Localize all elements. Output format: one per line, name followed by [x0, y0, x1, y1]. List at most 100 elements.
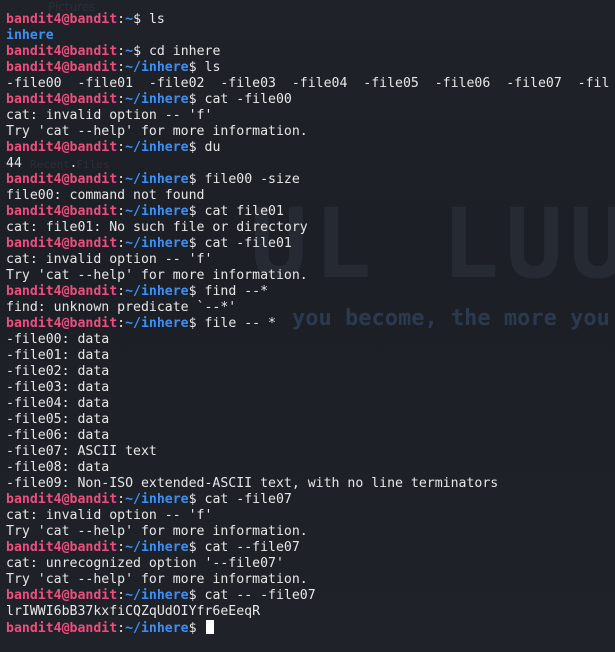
terminal-window[interactable]: Pictures Recent Files UL LUU you become,…	[0, 0, 615, 652]
prompt-line: bandit4@bandit:~/inhere$ cat --file07	[6, 540, 615, 556]
output-line: Try 'cat --help' for more information.	[6, 572, 615, 588]
prompt-line: bandit4@bandit:~/inhere$ cat -- -file07	[6, 588, 615, 604]
output-line: -file09: Non-ISO extended-ASCII text, wi…	[6, 476, 615, 492]
output-text: -file07: ASCII text	[6, 444, 157, 459]
prompt-path: ~/inhere	[125, 492, 189, 507]
output-text: -file02: data	[6, 364, 110, 379]
prompt-line: bandit4@bandit:~/inhere$ find --*	[6, 284, 615, 300]
command-text: ls	[148, 12, 165, 27]
prompt-separator: :	[117, 284, 126, 299]
prompt-user-host: bandit4@bandit	[6, 621, 118, 636]
prompt-separator: :	[117, 236, 126, 251]
prompt-symbol: $	[133, 44, 149, 59]
output-line: -file00 -file01 -file02 -file03 -file04 …	[6, 76, 615, 92]
prompt-path: ~/inhere	[125, 140, 189, 155]
prompt-user-host: bandit4@bandit	[6, 284, 118, 299]
output-text: cat: unrecognized option '--file07'	[6, 556, 284, 571]
prompt-path: ~/inhere	[125, 316, 189, 331]
output-text: cat: file01: No such file or directory	[6, 220, 308, 235]
command-text: cat --file07	[204, 540, 300, 555]
prompt-path: ~	[125, 12, 134, 27]
command-text: file -- *	[204, 316, 276, 331]
output-line: -file08: data	[6, 460, 615, 476]
prompt-user-host: bandit4@bandit	[6, 60, 118, 75]
prompt-separator: :	[117, 60, 126, 75]
output-text: Try 'cat --help' for more information.	[6, 572, 308, 587]
prompt-user-host: bandit4@bandit	[6, 540, 118, 555]
command-text: du	[204, 140, 221, 155]
prompt-line: bandit4@bandit:~/inhere$ cat -file00	[6, 92, 615, 108]
prompt-separator: :	[117, 140, 126, 155]
output-line: -file02: data	[6, 364, 615, 380]
prompt-separator: :	[117, 621, 126, 636]
output-line: Try 'cat --help' for more information.	[6, 268, 615, 284]
output-text: -file03: data	[6, 380, 110, 395]
output-line: cat: unrecognized option '--file07'	[6, 556, 615, 572]
prompt-symbol: $	[133, 12, 149, 27]
output-line: -file05: data	[6, 412, 615, 428]
command-text: cat file01	[204, 204, 284, 219]
prompt-line: bandit4@bandit:~/inhere$ cat file01	[6, 204, 615, 220]
prompt-separator: :	[117, 204, 126, 219]
prompt-separator: :	[117, 44, 126, 59]
prompt-symbol: $	[188, 284, 205, 299]
prompt-separator: :	[117, 540, 126, 555]
prompt-user-host: bandit4@bandit	[6, 316, 118, 331]
output-line: Try 'cat --help' for more information.	[6, 124, 615, 140]
prompt-line: bandit4@bandit:~/inhere$ ls	[6, 60, 615, 76]
prompt-separator: :	[117, 492, 126, 507]
prompt-path: ~/inhere	[125, 60, 189, 75]
prompt-path: ~/inhere	[125, 172, 189, 187]
output-text: cat: invalid option -- 'f'	[6, 108, 213, 123]
output-text: 44 .	[6, 156, 78, 171]
prompt-path: ~/inhere	[125, 588, 189, 603]
terminal-output[interactable]: bandit4@bandit:~$ ls inhere bandit4@bandit…	[6, 12, 615, 636]
prompt-user-host: bandit4@bandit	[6, 44, 118, 59]
output-line: cat: invalid option -- 'f'	[6, 252, 615, 268]
prompt-symbol: $	[188, 60, 205, 75]
output-line: find: unknown predicate `--*'	[6, 300, 615, 316]
output-line: -file06: data	[6, 428, 615, 444]
output-line: cat: file01: No such file or directory	[6, 220, 615, 236]
prompt-symbol: $	[188, 92, 205, 107]
text-cursor	[205, 620, 214, 634]
prompt-line: bandit4@bandit:~$ cd inhere	[6, 44, 615, 60]
prompt-user-host: bandit4@bandit	[6, 172, 118, 187]
output-text: Try 'cat --help' for more information.	[6, 124, 308, 139]
output-text: Try 'cat --help' for more information.	[6, 268, 308, 283]
prompt-line: bandit4@bandit:~/inhere$ file00 -size	[6, 172, 615, 188]
output-text: -file04: data	[6, 396, 110, 411]
prompt-symbol: $	[188, 540, 205, 555]
prompt-user-host: bandit4@bandit	[6, 140, 118, 155]
prompt-user-host: bandit4@bandit	[6, 588, 118, 603]
output-line: inhere	[6, 28, 615, 44]
prompt-symbol: $	[188, 172, 205, 187]
output-text: -file01: data	[6, 348, 110, 363]
prompt-path: ~/inhere	[125, 92, 189, 107]
prompt-user-host: bandit4@bandit	[6, 12, 118, 27]
output-line: file00: command not found	[6, 188, 615, 204]
output-text: cat: invalid option -- 'f'	[6, 508, 213, 523]
output-text: file00: command not found	[6, 188, 205, 203]
output-text: -file00: data	[6, 332, 110, 347]
output-line: cat: invalid option -- 'f'	[6, 508, 615, 524]
output-text: -file05: data	[6, 412, 110, 427]
prompt-line: bandit4@bandit:~/inhere$ du	[6, 140, 615, 156]
command-text: cat -file01	[204, 236, 292, 251]
prompt-line: bandit4@bandit:~/inhere$ file -- *	[6, 316, 615, 332]
output-line: -file03: data	[6, 380, 615, 396]
command-text: file00 -size	[204, 172, 300, 187]
prompt-separator: :	[117, 172, 126, 187]
prompt-symbol: $	[188, 316, 205, 331]
prompt-line: bandit4@bandit:~/inhere$	[6, 620, 615, 636]
prompt-separator: :	[117, 588, 126, 603]
prompt-symbol: $	[188, 140, 205, 155]
prompt-symbol: $	[188, 621, 205, 636]
output-text: cat: invalid option -- 'f'	[6, 252, 213, 267]
prompt-separator: :	[117, 316, 126, 331]
prompt-path: ~/inhere	[125, 204, 189, 219]
output-line: 44 .	[6, 156, 615, 172]
command-text: cat -- -file07	[204, 588, 316, 603]
output-line: cat: invalid option -- 'f'	[6, 108, 615, 124]
prompt-path: ~/inhere	[125, 540, 189, 555]
